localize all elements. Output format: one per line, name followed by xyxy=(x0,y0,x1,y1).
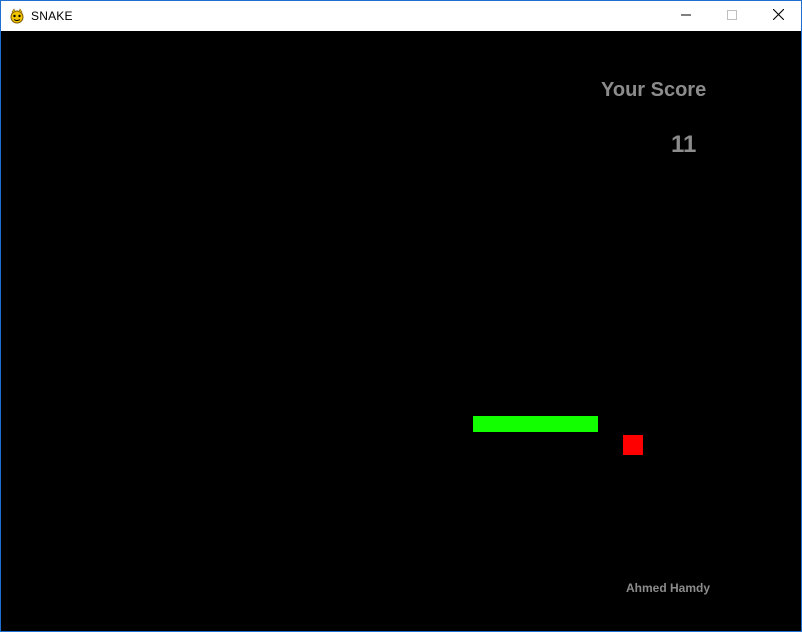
minimize-icon xyxy=(681,7,691,25)
game-window: SNAKE Your Score 11 Ahmed Hamdy xyxy=(0,0,802,632)
window-title: SNAKE xyxy=(31,9,73,23)
game-canvas[interactable]: Your Score 11 Ahmed Hamdy xyxy=(1,31,801,631)
score-value: 11 xyxy=(671,131,697,158)
food-block xyxy=(623,435,643,455)
maximize-button[interactable] xyxy=(709,1,755,31)
snake-body xyxy=(473,416,598,432)
pygame-snake-icon xyxy=(9,8,25,24)
close-icon xyxy=(772,7,784,25)
maximize-icon xyxy=(727,7,737,25)
title-bar[interactable]: SNAKE xyxy=(1,1,801,31)
score-label: Your Score xyxy=(601,79,707,101)
close-button[interactable] xyxy=(755,1,801,31)
minimize-button[interactable] xyxy=(663,1,709,31)
author-credit: Ahmed Hamdy xyxy=(626,581,711,595)
